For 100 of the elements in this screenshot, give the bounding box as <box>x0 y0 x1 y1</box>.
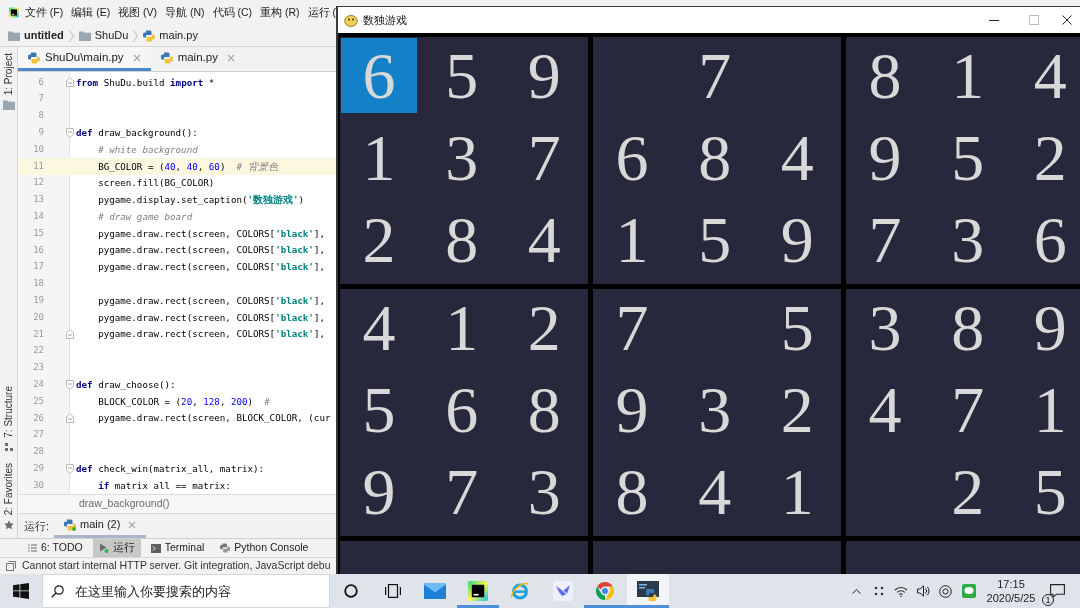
digit: 1 <box>362 124 396 191</box>
menu-item[interactable]: 视图 (V) <box>118 4 158 21</box>
fold-marker-icon[interactable] <box>66 413 74 424</box>
line-number: 26 <box>33 411 44 425</box>
menu-item[interactable]: 代码 (C) <box>212 4 253 21</box>
search-field[interactable]: 在这里输入你要搜索的内容 <box>42 574 330 608</box>
digit: 8 <box>445 207 479 274</box>
digit: 9 <box>362 459 396 526</box>
tool-window-button[interactable]: 2: Favorites <box>1 462 16 530</box>
close-icon[interactable] <box>132 53 141 62</box>
menu-item[interactable]: 运行 ( <box>307 4 336 21</box>
taskbar-button[interactable] <box>626 574 669 608</box>
breadcrumb-item[interactable]: untitled <box>8 27 64 44</box>
digit: 4 <box>1033 42 1067 109</box>
digit: 7 <box>445 459 479 526</box>
digit: 7 <box>615 294 649 361</box>
line-number: 29 <box>33 461 44 475</box>
dots-icon <box>872 585 885 597</box>
menu-item[interactable]: 导航 (N) <box>165 4 205 21</box>
tool-tab[interactable]: 6: TODO <box>22 539 89 557</box>
digit: 5 <box>445 42 479 109</box>
line-number: 23 <box>33 361 44 375</box>
code-line: pygame.draw.rect(screen, COLORS['black'], <box>98 327 325 342</box>
square-icon[interactable] <box>6 561 16 571</box>
fold-marker-icon[interactable] <box>66 127 74 138</box>
code-line: pygame.draw.rect(screen, COLORS['black'], <box>98 226 325 241</box>
line-number: 28 <box>33 445 44 459</box>
fold-marker-icon[interactable] <box>66 77 74 88</box>
digit: 6 <box>615 124 649 191</box>
target-icon <box>938 584 952 598</box>
bird-icon <box>552 581 573 601</box>
line-number: 13 <box>33 193 44 207</box>
clock-button[interactable]: 17:15 2020/5/25 <box>982 574 1040 608</box>
digit: 1 <box>615 207 649 274</box>
maximize-icon <box>1029 15 1039 25</box>
digit: 8 <box>615 459 649 526</box>
breadcrumb-item[interactable]: ShuDu <box>78 27 129 44</box>
digit: 5 <box>780 294 814 361</box>
tool-window-button[interactable]: 7: Structure <box>1 386 16 451</box>
digit: 4 <box>362 294 396 361</box>
editor-tab[interactable]: ShuDu\main.py <box>18 47 151 71</box>
line-number: 10 <box>33 142 44 156</box>
digit: 1 <box>780 459 814 526</box>
digit: 9 <box>615 376 649 443</box>
menu-item[interactable]: 文件 (F) <box>24 4 64 21</box>
envelope-icon <box>424 583 447 599</box>
line-number: 15 <box>33 226 44 240</box>
panel-label: 运行: <box>24 518 50 534</box>
notification-button[interactable]: 1 <box>1040 574 1074 608</box>
digit: 9 <box>868 124 902 191</box>
fold-marker-icon[interactable] <box>66 329 74 340</box>
menu-item[interactable]: 重构 (R) <box>260 4 300 21</box>
close-icon[interactable] <box>128 520 137 529</box>
line-number: 18 <box>33 277 44 291</box>
code-line: BLOCK_COLOR = (20, 128, 200) # <box>98 394 270 409</box>
digit: 4 <box>527 207 561 274</box>
digit: 3 <box>698 376 732 443</box>
speaker-icon <box>916 585 930 597</box>
digit: 2 <box>362 207 396 274</box>
chat-icon <box>962 584 976 598</box>
digit: 9 <box>527 42 561 109</box>
fold-marker-icon[interactable] <box>66 379 74 390</box>
line-number: 22 <box>33 344 44 358</box>
tool-tab[interactable]: 运行 <box>92 539 141 557</box>
tool-tab[interactable]: Python Console <box>214 539 315 557</box>
menu-item[interactable]: 编辑 (E) <box>71 4 111 21</box>
breadcrumb-item[interactable]: main.py <box>143 27 198 44</box>
orbit-ring-icon <box>510 581 531 601</box>
digit: 3 <box>445 124 479 191</box>
segmented-circle-icon <box>595 581 616 601</box>
app-logo-icon <box>9 5 19 20</box>
editor-tab[interactable]: main.py <box>150 47 245 71</box>
digit: 8 <box>951 294 985 361</box>
python-file-icon <box>28 51 40 64</box>
digit: 3 <box>527 459 561 526</box>
python-run-icon <box>64 518 77 531</box>
circle-icon <box>344 584 358 598</box>
line-number: 8 <box>38 109 44 123</box>
digit: 4 <box>868 376 902 443</box>
code-line: # draw game board <box>98 209 193 224</box>
line-number: 16 <box>33 243 44 257</box>
task-view-icon <box>385 584 401 598</box>
digit: 6 <box>362 42 396 109</box>
digit: 7 <box>698 42 732 109</box>
python-file-icon <box>160 51 173 64</box>
window-icon <box>636 581 659 601</box>
start-icon <box>13 583 29 599</box>
python-icon <box>220 543 231 553</box>
terminal-icon <box>150 543 161 553</box>
star-icon <box>3 520 14 530</box>
close-icon[interactable] <box>226 53 235 62</box>
chevron-up-icon <box>851 588 861 594</box>
digit: 3 <box>868 294 902 361</box>
digit: 9 <box>1033 294 1067 361</box>
tool-window-button[interactable]: 1: Project <box>1 53 16 111</box>
code-line: screen.fill(BG_COLOR) <box>98 176 215 191</box>
line-number: 20 <box>33 310 44 324</box>
tool-tab[interactable]: Terminal <box>144 539 211 557</box>
code-line: if matrix all == matrix: <box>98 478 231 493</box>
fold-marker-icon[interactable] <box>66 463 74 474</box>
